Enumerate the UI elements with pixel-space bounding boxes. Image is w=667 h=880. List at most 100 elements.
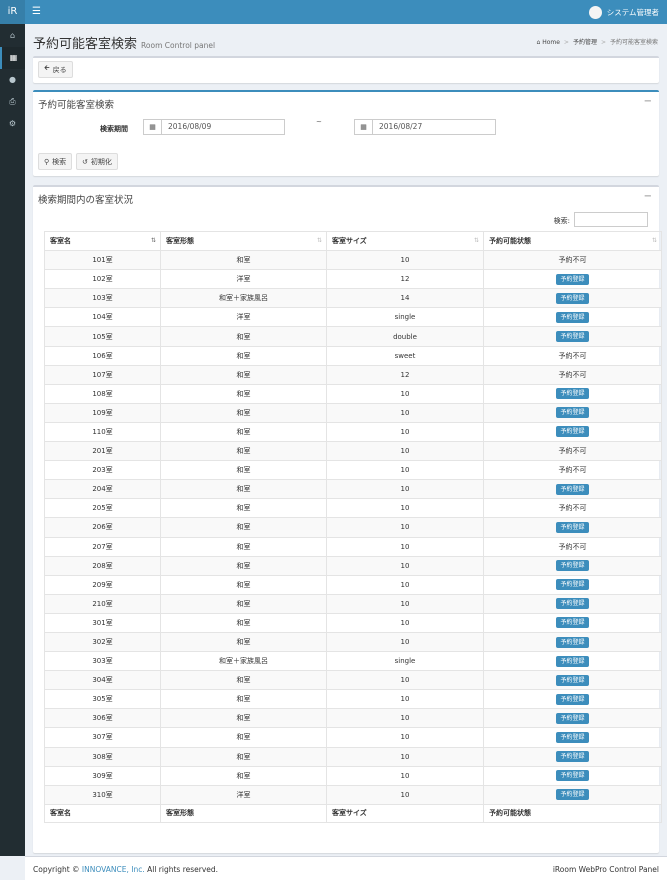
reserve-button[interactable]: 予約登録: [556, 273, 589, 285]
reserve-button[interactable]: 予約登録: [556, 789, 589, 801]
gears-icon[interactable]: ⚙: [0, 113, 25, 135]
reserve-button[interactable]: 予約登録: [556, 598, 589, 610]
breadcrumb-section[interactable]: 予約管理: [573, 39, 597, 46]
home-icon[interactable]: ⌂: [0, 25, 25, 47]
reserve-button[interactable]: 予約登録: [556, 521, 589, 533]
status-cell: 予約登録: [483, 651, 662, 672]
reserve-button[interactable]: 予約登録: [556, 426, 589, 438]
room-size-cell: 14: [326, 288, 484, 309]
status-cell: 予約登録: [483, 288, 662, 309]
reserve-button[interactable]: 予約登録: [556, 712, 589, 724]
calendar-icon[interactable]: ▦: [0, 47, 25, 69]
app-logo[interactable]: iR: [0, 0, 25, 24]
hamburger-icon[interactable]: ☰: [32, 0, 41, 24]
room-name-cell: 307室: [44, 727, 161, 748]
room-size-cell: 10: [326, 727, 484, 748]
room-type-cell: 和室: [160, 708, 327, 729]
room-size-cell: 10: [326, 383, 484, 404]
collapse-icon[interactable]: −: [644, 96, 652, 107]
column-header-room-size[interactable]: 客室サイズ ⇅: [326, 230, 484, 252]
room-name-cell: 304室: [44, 670, 161, 691]
room-size-cell: 10: [326, 555, 484, 576]
room-size-cell: 10: [326, 784, 484, 805]
status-cell: 予約不可: [483, 460, 662, 481]
reserve-button[interactable]: 予約登録: [556, 388, 589, 400]
room-name-cell: 104室: [44, 307, 161, 328]
room-type-cell: 洋室: [160, 784, 327, 805]
table-row: 302室 和室 10 予約登録: [44, 631, 662, 653]
calendar-to-icon[interactable]: ▦: [354, 119, 373, 135]
room-name-cell: 208室: [44, 555, 161, 576]
user-icon[interactable]: ●: [0, 69, 25, 91]
reserve-button[interactable]: 予約登録: [556, 483, 589, 495]
room-name-cell: 106室: [44, 345, 161, 366]
room-type-cell: 和室: [160, 555, 327, 576]
room-type-cell: 和室: [160, 727, 327, 748]
calendar-from-icon[interactable]: ▦: [143, 119, 162, 135]
table-search-input[interactable]: [574, 212, 648, 227]
reserve-button[interactable]: 予約登録: [556, 770, 589, 782]
column-header-status[interactable]: 予約可能状態 ⇅: [483, 230, 662, 252]
room-type-cell: 和室: [160, 517, 327, 538]
reserve-button[interactable]: 予約登録: [556, 655, 589, 667]
company-link[interactable]: INNOVANCE, Inc.: [82, 865, 145, 874]
column-header-room-type[interactable]: 客室形態 ⇅: [160, 230, 327, 252]
room-name-cell: 101室: [44, 250, 161, 271]
collapse-icon[interactable]: −: [644, 191, 652, 202]
status-cell: 予約不可: [483, 441, 662, 462]
room-name-cell: 203室: [44, 460, 161, 481]
room-name-cell: 102室: [44, 269, 161, 290]
date-to-input[interactable]: 2016/08/27: [373, 119, 496, 135]
reserve-button[interactable]: 予約登録: [556, 560, 589, 572]
reserve-button[interactable]: 予約登録: [556, 617, 589, 629]
status-cell: 予約登録: [483, 765, 662, 786]
top-navbar: iR ☰ システム管理者: [0, 0, 667, 24]
reserve-button[interactable]: 予約登録: [556, 751, 589, 763]
status-cell: 予約不可: [483, 250, 662, 271]
footer: Copyright © INNOVANCE, Inc. All rights r…: [25, 856, 667, 880]
reserve-button[interactable]: 予約登録: [556, 636, 589, 648]
room-name-cell: 109室: [44, 402, 161, 423]
room-size-cell: 12: [326, 269, 484, 290]
reserve-button[interactable]: 予約登録: [556, 292, 589, 304]
product-name: iRoom WebPro Control Panel: [552, 865, 659, 874]
status-cell: 予約登録: [483, 612, 662, 633]
table-row: 210室 和室 10 予約登録: [44, 593, 662, 614]
room-name-cell: 103室: [44, 288, 161, 309]
room-name-cell: 301室: [44, 612, 161, 633]
status-cell: 予約登録: [483, 727, 662, 748]
search-button[interactable]: ⚲ 検索: [38, 153, 73, 170]
reserve-button[interactable]: 予約登録: [556, 311, 589, 323]
date-from-input[interactable]: 2016/08/09: [162, 119, 285, 135]
breadcrumb-home[interactable]: Home: [542, 39, 560, 46]
back-button[interactable]: 🡰 戻る: [38, 61, 73, 78]
room-type-cell: 和室＋家族風呂: [160, 288, 327, 309]
date-separator: ~: [316, 118, 322, 126]
printer-icon[interactable]: ⎙: [0, 91, 25, 113]
search-box: 予約可能客室検索 − 検索期間 ▦ 2016/08/09 ~ ▦ 2016/08…: [33, 90, 659, 176]
reserve-button[interactable]: 予約登録: [556, 579, 589, 591]
column-header-room-name[interactable]: 客室名 ⇅: [44, 230, 161, 252]
status-cell: 予約登録: [483, 383, 662, 404]
reserve-button[interactable]: 予約登録: [556, 693, 589, 705]
results-box: 検索期間内の客室状況 − 検索: 客室名 ⇅ 客室形態 ⇅ 客室サイズ ⇅ 予約可能状…: [33, 185, 662, 853]
column-footer-room-type: 客室形態: [160, 803, 327, 823]
reset-button[interactable]: ↺ 初期化: [76, 153, 118, 170]
reserve-button[interactable]: 予約登録: [556, 407, 589, 419]
copyright-rights: All rights reserved.: [144, 865, 219, 874]
reserve-button[interactable]: 予約登録: [556, 674, 589, 686]
table-row: 306室 和室 10 予約登録: [44, 708, 662, 729]
room-name-cell: 303室: [44, 651, 161, 672]
room-name-cell: 309室: [44, 765, 161, 786]
status-cell: 予約登録: [483, 269, 662, 290]
room-type-cell: 和室: [160, 326, 327, 347]
reserve-button[interactable]: 予約登録: [556, 731, 589, 743]
reserve-button[interactable]: 予約登録: [556, 331, 589, 343]
user-menu[interactable]: システム管理者: [588, 0, 659, 24]
status-cell: 予約登録: [483, 631, 662, 653]
room-type-cell: 和室: [160, 765, 327, 786]
room-type-cell: 和室: [160, 250, 327, 271]
home-crumb-icon: ⌂: [536, 39, 541, 46]
table-row: 105室 和室 double 予約登録: [44, 326, 662, 347]
column-header-label: 客室形態: [166, 237, 194, 246]
